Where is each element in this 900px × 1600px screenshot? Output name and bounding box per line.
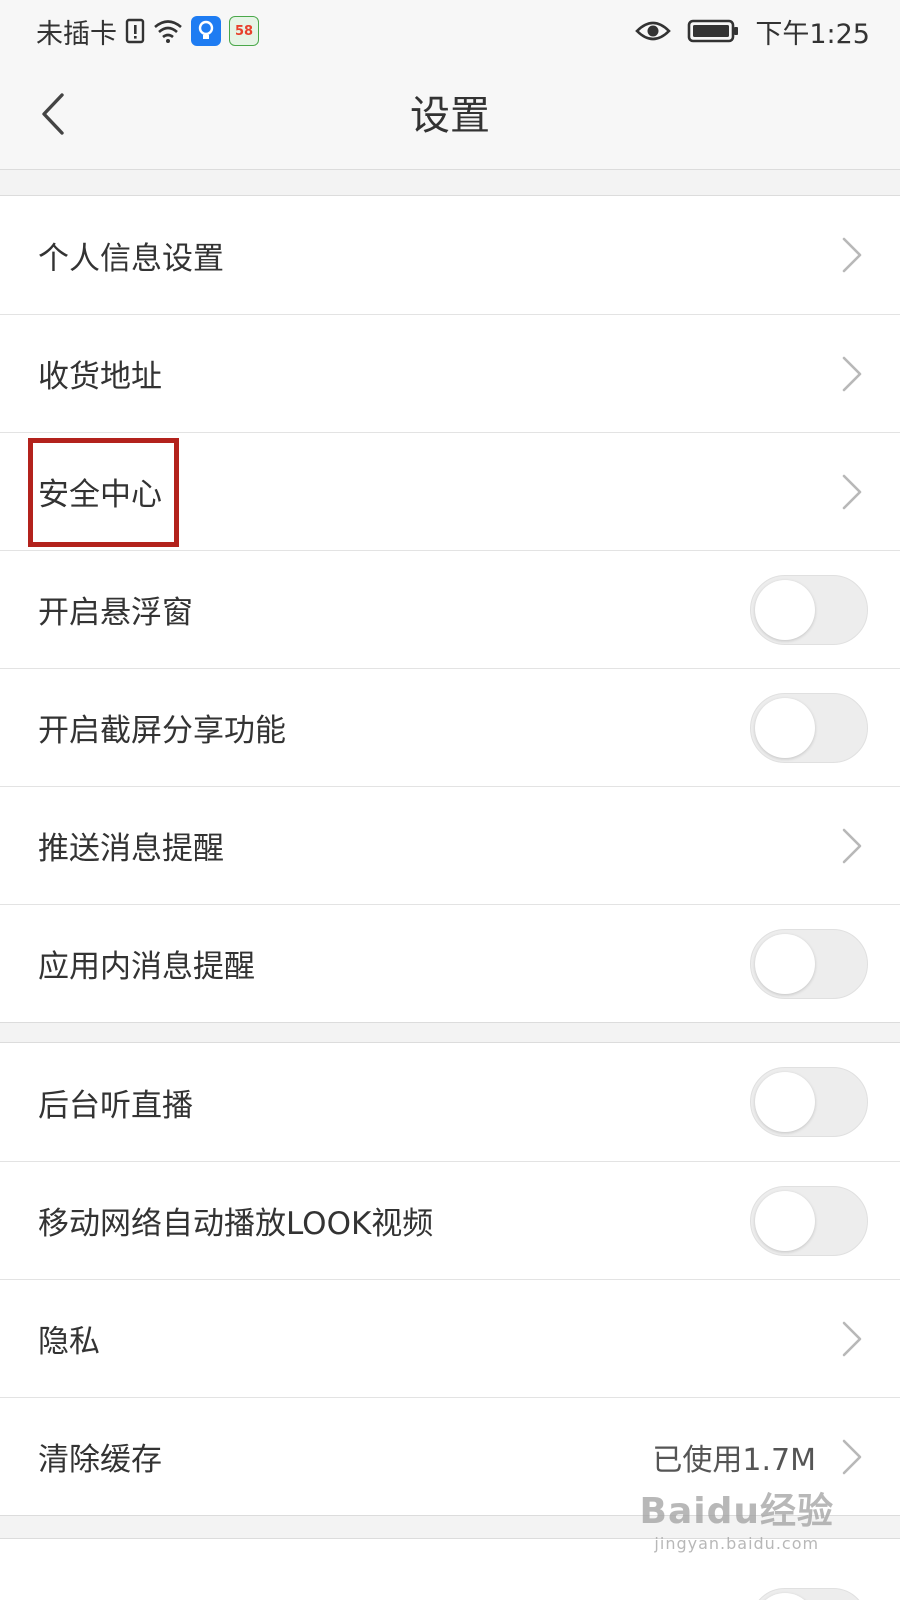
toggle-screenshot-share[interactable] [750,692,868,763]
row-label-shipping-address: 收货地址 [38,359,162,395]
page-title: 设置 [410,93,490,139]
wifi-icon [153,18,183,44]
row-label-in-app-notifications: 应用内消息提醒 [38,949,255,985]
nav-bar: 设置 [0,62,900,170]
row-label-floating-window: 开启悬浮窗 [38,595,193,631]
settings-row-personal-info[interactable]: 个人信息设置 [0,196,900,314]
settings-row-shipping-address[interactable]: 收货地址 [0,314,900,432]
chevron-left-icon [40,92,66,140]
clock-text: 下午1:25 [755,18,870,50]
toggle-knob [755,1593,815,1600]
toggle-knob [755,1190,815,1251]
settings-row-autoplay-look-video[interactable]: 移动网络自动播放LOOK视频 [0,1161,900,1279]
toggle-knob [755,697,815,758]
toggle-autoplay-look-video[interactable] [750,1185,868,1256]
chevron-right-icon [840,235,864,275]
settings-row-in-app-notifications[interactable]: 应用内消息提醒 [0,904,900,1022]
status-bar-right: 下午1:25 [635,12,870,51]
toggle-knob [755,933,815,994]
chevron-right-icon [840,354,864,394]
settings-row-floating-window[interactable]: 开启悬浮窗 [0,550,900,668]
chevron-right-icon [840,472,864,512]
settings-group-2: 后台听直播移动网络自动播放LOOK视频 隐私清除缓存 已使用1.7M [0,1042,900,1516]
settings-group-1: 个人信息设置 收货地址 安全中心 开启悬浮窗 开启截屏分享功能 推送消息提醒 应用内消息提醒 [0,195,900,1023]
back-button[interactable] [28,88,78,144]
eye-icon [635,18,672,44]
row-label-privacy: 隐私 [38,1324,100,1360]
settings-row-privacy[interactable]: 隐私 [0,1279,900,1397]
row-label-push-notifications: 推送消息提醒 [38,831,224,867]
carrier-text: 未插卡 [36,18,117,50]
highlight-box [28,438,179,547]
status-bar-left: 未插卡 58 [36,12,259,51]
toggle-floating-window[interactable] [750,574,868,645]
row-label-screenshot-share: 开启截屏分享功能 [38,713,286,749]
settings-row-screenshot-share[interactable]: 开启截屏分享功能 [0,668,900,786]
chevron-right-icon [840,1437,864,1477]
toggle-switch[interactable] [750,1588,868,1600]
row-label-clear-cache: 清除缓存 [38,1442,162,1478]
chevron-right-icon [840,1319,864,1359]
sim-alert-icon [125,17,145,45]
toggle-knob [755,1072,815,1132]
watermark-main: Baidu经验 [639,1491,834,1532]
settings-row-background-live[interactable]: 后台听直播 [0,1043,900,1161]
baidu-watermark: Baidu经验 jingyan.baidu.com [640,1482,834,1553]
app-58-icon: 58 [229,16,259,46]
toggle-background-live[interactable] [750,1067,868,1137]
row-label-background-live: 后台听直播 [38,1087,193,1124]
toggle-in-app-notifications[interactable] [750,928,868,999]
battery-icon [687,18,739,44]
watermark-sub: jingyan.baidu.com [654,1534,820,1553]
toggle-knob [755,579,815,640]
bulb-app-icon [191,16,221,46]
row-label-autoplay-look-video: 移动网络自动播放LOOK视频 [38,1206,434,1242]
row-label-personal-info: 个人信息设置 [38,240,224,277]
cache-size-value: 已使用1.7M [652,1442,816,1478]
status-bar: 未插卡 58 下午1:25 [0,0,900,62]
settings-row-push-notifications[interactable]: 推送消息提醒 [0,786,900,904]
chevron-right-icon [840,826,864,866]
